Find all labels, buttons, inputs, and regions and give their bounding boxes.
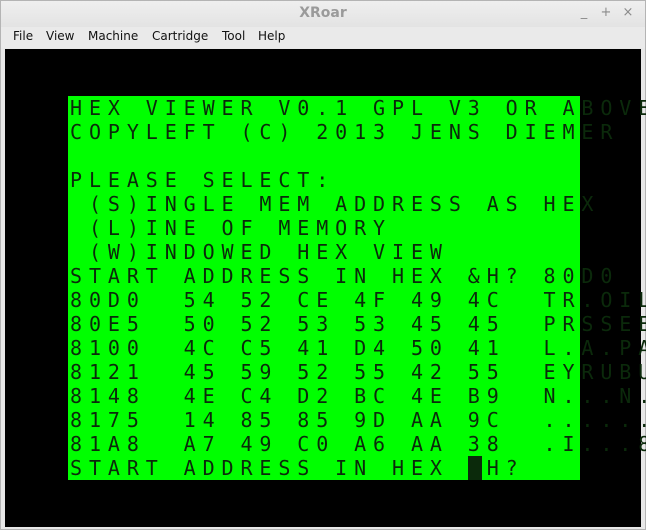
emulator-screen[interactable]: HEX VIEWER V0.1 GPL V3 OR ABOVE COPYLEFT…: [5, 49, 646, 527]
prompt-line: START ADDRESS IN HEX &H?: [70, 456, 544, 480]
menu-tool[interactable]: Tool: [220, 29, 247, 43]
screen-line: (W)INDOWED HEX VIEW: [70, 240, 449, 264]
text-cursor: [468, 456, 482, 480]
maximize-button[interactable]: +: [599, 6, 613, 20]
hex-row: 80D0 54 52 CE 4F 49 4C TR.OIL: [70, 288, 646, 312]
screen-line: START ADDRESS IN HEX &H? 80D0: [70, 264, 620, 288]
screen-line: (L)INE OF MEMORY: [70, 216, 392, 240]
screen-line: [70, 144, 578, 168]
screen-line: (S)INGLE MEM ADDRESS AS HEX: [70, 192, 601, 216]
menu-view[interactable]: View: [44, 29, 76, 43]
close-button[interactable]: ×: [621, 6, 635, 20]
hex-row: 80E5 50 52 53 53 45 45 PRSSEE: [70, 312, 646, 336]
screen-line: PLEASE SELECT:: [70, 168, 336, 192]
minimize-button[interactable]: _: [577, 6, 591, 20]
menu-help[interactable]: Help: [256, 29, 287, 43]
hex-row: 8121 45 59 52 55 42 55 EYRUBU: [70, 360, 646, 384]
hex-row: 8148 4E C4 D2 BC 4E B9 N...N.: [70, 384, 646, 408]
xroar-window: XRoar _ + × File View Machine Cartridge …: [0, 0, 646, 530]
menu-machine[interactable]: Machine: [86, 29, 140, 43]
window-title: XRoar: [299, 5, 347, 21]
menu-file[interactable]: File: [11, 29, 35, 43]
menu-cartridge[interactable]: Cartridge: [150, 29, 210, 43]
text-display: HEX VIEWER V0.1 GPL V3 OR ABOVE COPYLEFT…: [68, 96, 646, 480]
hex-row: 8175 14 85 85 9D AA 9C ......: [70, 408, 646, 432]
hex-row: 81A8 A7 49 C0 A6 AA 38 .I...8: [70, 432, 646, 456]
menu-bar: File View Machine Cartridge Tool Help: [1, 27, 645, 48]
screen-line: COPYLEFT (C) 2013 JENS DIEMER: [70, 120, 620, 144]
screen-line: HEX VIEWER V0.1 GPL V3 OR ABOVE: [70, 96, 646, 120]
hex-row: 8100 4C C5 41 D4 50 41 L.A.PA: [70, 336, 646, 360]
title-bar[interactable]: XRoar _ + ×: [1, 1, 645, 27]
